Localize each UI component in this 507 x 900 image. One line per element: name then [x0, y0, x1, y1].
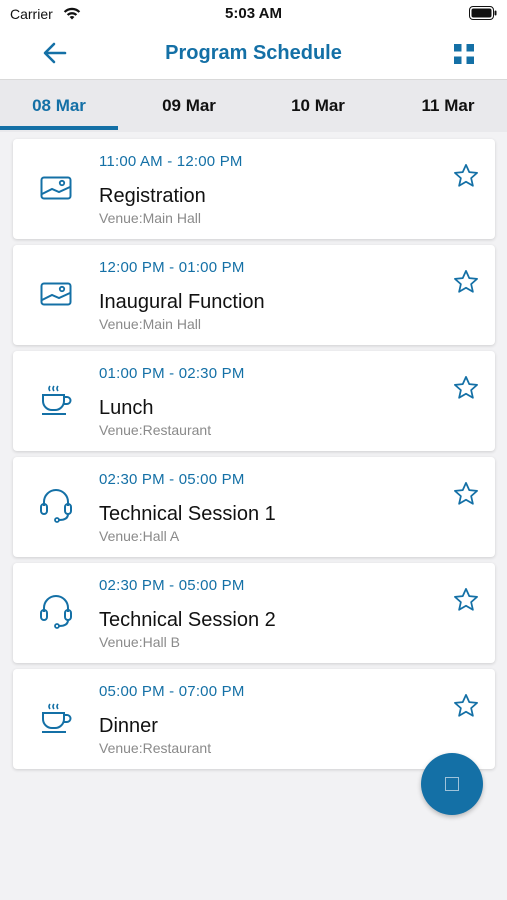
- headset-icon: [37, 489, 75, 523]
- grid-icon: [454, 44, 474, 64]
- favorite-button[interactable]: [451, 373, 481, 403]
- event-time: 05:00 PM - 07:00 PM: [99, 683, 245, 700]
- clock: 5:03 AM: [225, 5, 282, 22]
- star-icon: [454, 694, 478, 717]
- tab-11-mar[interactable]: 11 Mar: [389, 80, 507, 132]
- favorite-button[interactable]: [451, 691, 481, 721]
- active-tab-indicator: [0, 126, 118, 130]
- event-venue: Venue:Main Hall: [99, 316, 201, 332]
- grid-menu-button[interactable]: [449, 40, 479, 68]
- event-card[interactable]: 11:00 AM - 12:00 PM Registration Venue:M…: [13, 139, 495, 239]
- event-venue: Venue:Hall B: [99, 634, 180, 650]
- navigation-bar: Program Schedule: [0, 28, 507, 80]
- event-time: 12:00 PM - 01:00 PM: [99, 259, 245, 276]
- tab-09-mar[interactable]: 09 Mar: [130, 80, 248, 132]
- square-icon: [445, 777, 459, 791]
- event-title: Lunch: [99, 397, 154, 419]
- image-icon: [37, 277, 75, 311]
- star-icon: [454, 270, 478, 293]
- event-venue: Venue:Restaurant: [99, 422, 212, 438]
- tab-08-mar[interactable]: 08 Mar: [0, 80, 118, 132]
- event-card[interactable]: 01:00 PM - 02:30 PM Lunch Venue:Restaura…: [13, 351, 495, 451]
- image-icon: [37, 171, 75, 205]
- battery-icon: [469, 6, 497, 25]
- favorite-button[interactable]: [451, 479, 481, 509]
- event-time: 02:30 PM - 05:00 PM: [99, 577, 245, 594]
- star-icon: [454, 588, 478, 611]
- favorite-button[interactable]: [451, 585, 481, 615]
- event-card[interactable]: 02:30 PM - 05:00 PM Technical Session 1 …: [13, 457, 495, 557]
- coffee-cup-icon: [37, 701, 75, 735]
- event-time: 02:30 PM - 05:00 PM: [99, 471, 245, 488]
- headset-icon: [37, 595, 75, 629]
- event-title: Technical Session 2: [99, 609, 276, 631]
- event-time: 01:00 PM - 02:30 PM: [99, 365, 245, 382]
- event-title: Registration: [99, 185, 206, 207]
- event-card[interactable]: 02:30 PM - 05:00 PM Technical Session 2 …: [13, 563, 495, 663]
- event-title: Inaugural Function: [99, 291, 265, 313]
- star-icon: [454, 376, 478, 399]
- event-card[interactable]: 05:00 PM - 07:00 PM Dinner Venue:Restaur…: [13, 669, 495, 769]
- favorite-button[interactable]: [451, 267, 481, 297]
- floating-action-button[interactable]: [421, 753, 483, 815]
- star-icon: [454, 164, 478, 187]
- favorite-button[interactable]: [451, 161, 481, 191]
- page-title: Program Schedule: [165, 42, 342, 64]
- event-title: Technical Session 1: [99, 503, 276, 525]
- event-venue: Venue:Restaurant: [99, 740, 212, 756]
- tab-10-mar[interactable]: 10 Mar: [259, 80, 377, 132]
- event-venue: Venue:Hall A: [99, 528, 180, 544]
- coffee-cup-icon: [37, 383, 75, 417]
- event-title: Dinner: [99, 715, 158, 737]
- star-icon: [454, 482, 478, 505]
- event-venue: Venue:Main Hall: [99, 210, 201, 226]
- date-tabs: 08 Mar 09 Mar 10 Mar 11 Mar: [0, 80, 507, 132]
- status-bar: Carrier 5:03 AM: [0, 0, 507, 28]
- event-card[interactable]: 12:00 PM - 01:00 PM Inaugural Function V…: [13, 245, 495, 345]
- event-time: 11:00 AM - 12:00 PM: [99, 153, 243, 170]
